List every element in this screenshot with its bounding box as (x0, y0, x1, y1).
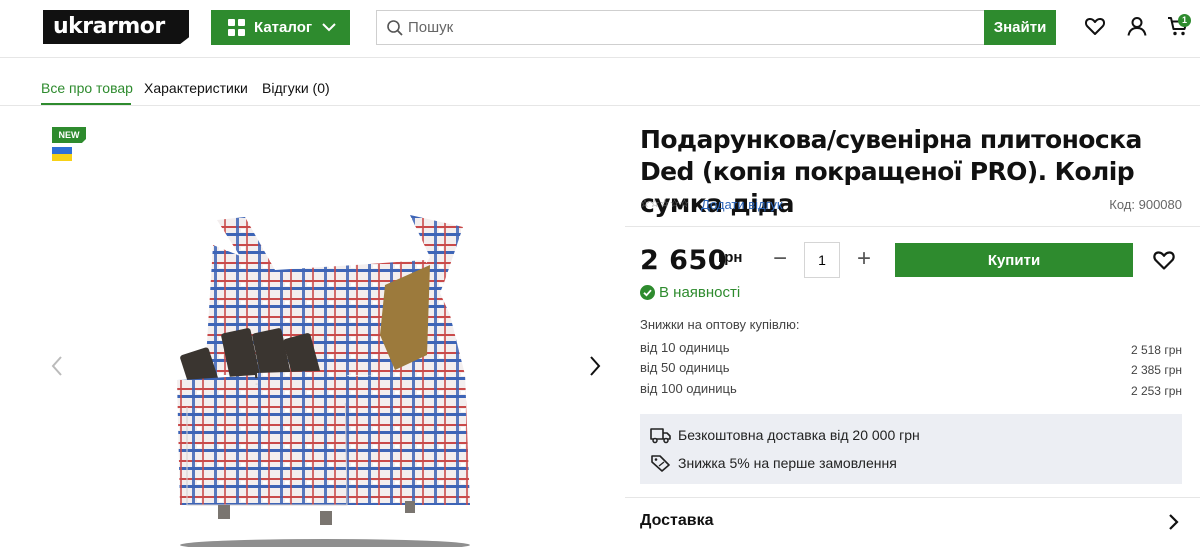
buy-button[interactable]: Купити (895, 243, 1133, 277)
new-badge: NEW (52, 127, 86, 143)
quantity-increment-button[interactable]: + (853, 247, 875, 272)
user-icon[interactable] (1126, 15, 1148, 37)
wholesale-qty: від 10 одиниць (640, 340, 730, 355)
divider (625, 226, 1200, 227)
stock-label: В наявності (659, 284, 741, 301)
search-icon (387, 19, 403, 36)
catalog-button[interactable]: Каталог (211, 10, 350, 45)
active-tab-indicator (41, 103, 131, 105)
wholesale-qty: від 100 одиниць (640, 381, 737, 396)
wholesale-price: 2 385 грн (1130, 363, 1182, 377)
perk-free-delivery: Безкоштовна доставка від 20 000 грн (650, 426, 920, 444)
logo[interactable]: ukrarmor (43, 10, 189, 44)
chevron-down-icon (322, 23, 336, 32)
product-price: 2 650 (640, 245, 728, 276)
gallery-next-arrow[interactable] (587, 354, 603, 378)
grid-icon (228, 19, 245, 36)
search-input[interactable] (408, 19, 968, 36)
search-button[interactable]: Знайти (984, 10, 1056, 45)
rating-stars[interactable]: ☆☆☆☆☆ (640, 197, 689, 210)
ukraine-flag-icon (52, 147, 72, 161)
price-currency: грн (718, 249, 743, 266)
quantity-decrement-button[interactable]: − (770, 247, 790, 272)
tab-reviews[interactable]: Відгуки (0) (262, 80, 330, 96)
perk-first-order-discount: Знижка 5% на перше замовлення (650, 454, 897, 472)
search-box (376, 10, 984, 45)
quantity-input[interactable] (804, 242, 840, 278)
wholesale-title: Знижки на оптову купівлю: (640, 317, 800, 332)
tab-characteristics[interactable]: Характеристики (144, 80, 248, 96)
product-sku: Код: 900080 (1109, 197, 1182, 212)
add-review-link[interactable]: Додати відгук (701, 197, 783, 212)
wholesale-qty: від 50 одиниць (640, 360, 730, 375)
product-image[interactable] (165, 205, 485, 547)
add-to-wishlist-heart-icon[interactable] (1152, 248, 1176, 272)
discount-tag-icon (651, 455, 670, 472)
truck-icon (650, 428, 671, 444)
cart-count-badge: 1 (1178, 14, 1191, 27)
chevron-right-icon[interactable] (1167, 512, 1181, 532)
delivery-section-title[interactable]: Доставка (640, 512, 714, 530)
check-circle-icon (640, 285, 655, 300)
perk-text: Безкоштовна доставка від 20 000 грн (678, 427, 920, 443)
gallery-prev-arrow[interactable] (49, 354, 65, 378)
wholesale-price: 2 253 грн (1130, 384, 1182, 398)
perks-panel: Безкоштовна доставка від 20 000 грн Зниж… (640, 414, 1182, 484)
site-header: ukrarmor Каталог Знайти 1 (0, 0, 1200, 58)
product-tabs: Все про товар Характеристики Відгуки (0) (0, 58, 1200, 106)
stock-status: В наявності (640, 284, 740, 301)
tab-all-about[interactable]: Все про товар (41, 80, 133, 96)
heart-icon[interactable] (1084, 15, 1106, 37)
divider (625, 497, 1200, 498)
perk-text: Знижка 5% на перше замовлення (678, 455, 897, 471)
wholesale-price: 2 518 грн (1130, 343, 1182, 357)
catalog-label: Каталог (254, 19, 313, 36)
